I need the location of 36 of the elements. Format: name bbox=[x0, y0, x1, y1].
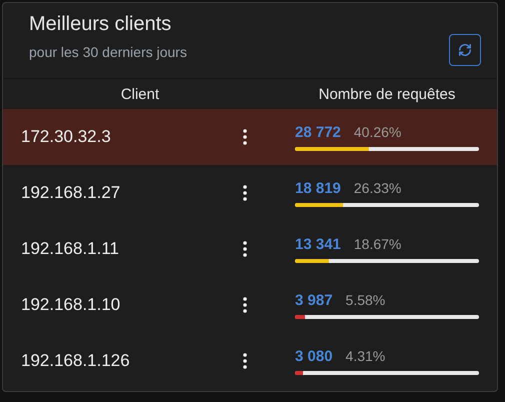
refresh-button[interactable] bbox=[449, 34, 481, 66]
more-icon bbox=[243, 241, 247, 257]
request-count: 13 341 bbox=[295, 236, 341, 252]
more-button[interactable] bbox=[242, 351, 248, 371]
request-percent: 40.26% bbox=[354, 124, 402, 140]
table-row[interactable]: 192.168.1.27 18 819 26.33% bbox=[3, 165, 497, 221]
request-percent: 5.58% bbox=[346, 292, 386, 308]
request-count: 18 819 bbox=[295, 180, 341, 196]
more-button[interactable] bbox=[242, 183, 248, 203]
refresh-icon bbox=[458, 43, 472, 57]
column-header: Nombre de requêtes bbox=[318, 86, 456, 102]
request-percent: 18.67% bbox=[354, 236, 402, 252]
card-subtitle: pour les 30 derniers jours bbox=[29, 44, 187, 60]
request-percent: 26.33% bbox=[354, 180, 402, 196]
client-address: 192.168.1.126 bbox=[20, 351, 131, 371]
client-address: 192.168.1.10 bbox=[20, 295, 122, 315]
request-count: 3 080 bbox=[295, 348, 333, 364]
table-row[interactable]: 172.30.32.3 28 772 40.26% bbox=[3, 109, 497, 165]
more-button[interactable] bbox=[242, 295, 248, 315]
client-address: 192.168.1.11 bbox=[20, 239, 120, 259]
request-count: 3 987 bbox=[295, 292, 333, 308]
more-icon bbox=[243, 129, 247, 145]
client-address: 192.168.1.27 bbox=[20, 183, 122, 203]
table-row[interactable]: 192.168.1.10 3 987 5.58% bbox=[3, 277, 497, 333]
more-button[interactable] bbox=[242, 239, 248, 259]
request-count: 28 772 bbox=[295, 124, 341, 140]
table-row[interactable]: 192.168.1.11 13 341 18.67% bbox=[3, 221, 497, 277]
client-address: 172.30.32.3 bbox=[20, 127, 112, 147]
request-percent: 4.31% bbox=[346, 348, 386, 364]
more-button[interactable] bbox=[242, 127, 248, 147]
more-icon bbox=[243, 353, 247, 369]
more-icon bbox=[243, 297, 247, 313]
table-row[interactable]: 192.168.1.126 3 080 4.31% bbox=[3, 333, 497, 389]
column-header: Client bbox=[120, 86, 160, 102]
more-icon bbox=[243, 185, 247, 201]
card-title: Meilleurs clients bbox=[29, 13, 172, 36]
